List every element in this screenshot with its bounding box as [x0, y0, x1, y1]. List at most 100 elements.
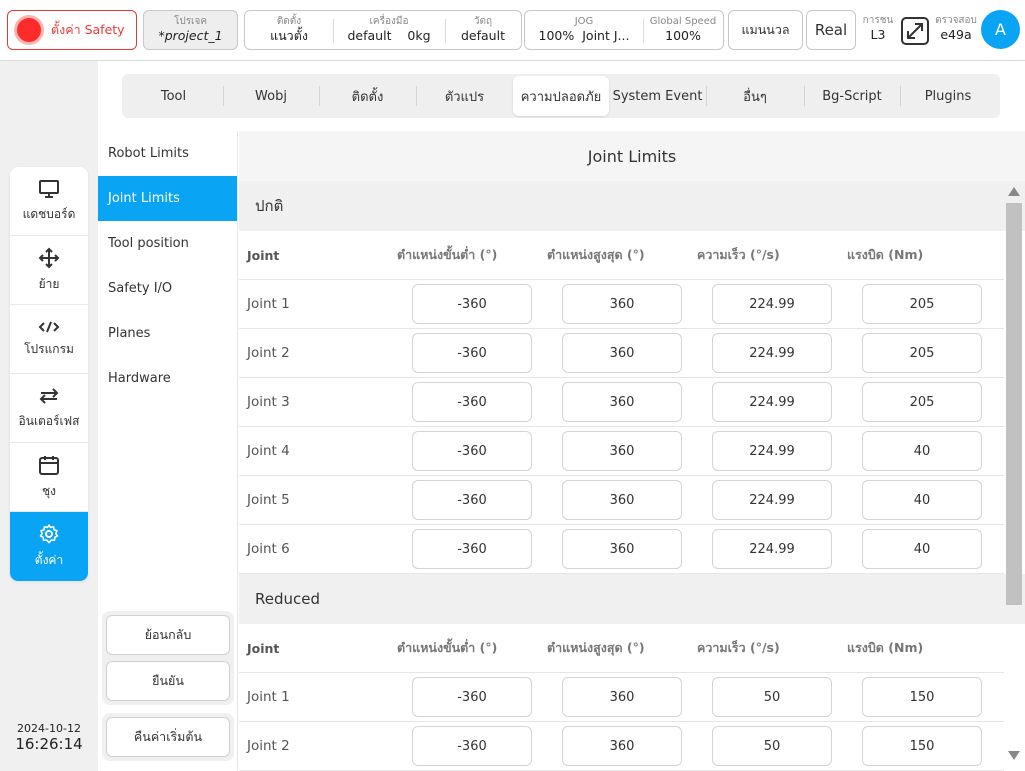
global-speed-cell[interactable]: Global Speed 100% — [643, 11, 723, 49]
tool-cell[interactable]: เครื่องมือ default 0kg — [333, 11, 445, 49]
normal-rows: Joint 1 -360 360 224.99 205 Joint 2 -360 360 224… — [239, 280, 1025, 574]
mode-button[interactable]: แมนนวล — [728, 10, 803, 50]
jog-speed-group[interactable]: JOG 100% Joint J... Global Speed 100% — [524, 10, 724, 50]
project-name: *project_1 — [158, 28, 223, 43]
max-position-input[interactable]: 360 — [562, 333, 682, 373]
vertical-scrollbar[interactable] — [1005, 181, 1023, 771]
speed-input[interactable]: 224.99 — [712, 480, 832, 520]
nav-program[interactable]: โปรแกรม — [10, 305, 88, 374]
tab-wobj[interactable]: Wobj — [223, 76, 319, 116]
speed-input[interactable]: 224.99 — [712, 333, 832, 373]
joint-name: Joint 2 — [247, 345, 290, 361]
top-bar: ตั้งค่า Safety โปรเจค *project_1 ติดตั้ง… — [0, 0, 1025, 61]
torque-input[interactable]: 150 — [862, 726, 982, 766]
scroll-up-arrow-icon[interactable] — [1008, 187, 1020, 196]
torque-input[interactable]: 150 — [862, 677, 982, 717]
torque-input[interactable]: 40 — [862, 529, 982, 569]
safety-settings-button[interactable]: ตั้งค่า Safety — [7, 10, 137, 50]
min-position-input[interactable]: -360 — [412, 431, 532, 471]
max-position-input[interactable]: 360 — [562, 677, 682, 717]
back-button[interactable]: ย้อนกลับ — [106, 615, 230, 655]
speed-input[interactable]: 50 — [712, 677, 832, 717]
speed-input[interactable]: 224.99 — [712, 284, 832, 324]
jog-cell[interactable]: JOG 100% Joint J... — [525, 11, 643, 49]
torque-input-cell: 205 — [847, 284, 997, 324]
min-position-input[interactable]: -360 — [412, 480, 532, 520]
subnav-planes[interactable]: Planes — [98, 311, 237, 356]
speed-input[interactable]: 224.99 — [712, 529, 832, 569]
wobj-cell[interactable]: วัตถุ default — [445, 11, 521, 49]
nav-settings[interactable]: ตั้งค่า — [10, 512, 88, 581]
tab-safety[interactable]: ความปลอดภัย — [513, 76, 609, 116]
reduced-section: Reduced Joint ตำแหน่งขั้นต่ำ (°) ตำแหน่ง… — [239, 574, 1025, 771]
reset-defaults-button[interactable]: คืนค่าเริ่มต้น — [106, 717, 230, 757]
header-torque-text: แรงบิด (Nm) — [847, 247, 924, 262]
min-position-input-cell: -360 — [397, 431, 547, 471]
header-min: ตำแหน่งขั้นต่ำ (°) — [397, 638, 547, 658]
tab-other[interactable]: อื่นๆ — [706, 76, 804, 116]
tab-install[interactable]: ติดตั้ง — [319, 76, 416, 116]
avatar[interactable]: A — [981, 10, 1020, 49]
main-panel: Tool Wobj ติดตั้ง ตัวแปร ความปลอดภัย Sys… — [98, 61, 1025, 771]
min-position-input[interactable]: -360 — [412, 726, 532, 766]
tool-load: 0kg — [407, 28, 431, 43]
tab-variables[interactable]: ตัวแปร — [416, 76, 513, 116]
expand-icon[interactable] — [900, 16, 930, 46]
header-min-text: ตำแหน่งขั้นต่ำ (°) — [397, 247, 498, 262]
datetime: 2024-10-12 16:26:14 — [10, 722, 88, 753]
nav-interface[interactable]: อินเตอร์เฟส — [10, 374, 88, 443]
install-tool-wobj-group[interactable]: ติดตั้ง แนวตั้ง เครื่องมือ default 0kg ว… — [244, 10, 522, 50]
torque-input[interactable]: 205 — [862, 382, 982, 422]
max-position-input[interactable]: 360 — [562, 726, 682, 766]
table-row: Joint 1 -360 360 50 150 — [239, 673, 1004, 722]
subnav-joint-limits[interactable]: Joint Limits — [98, 176, 237, 221]
speed-input[interactable]: 224.99 — [712, 382, 832, 422]
nav-dashboard[interactable]: แดชบอร์ด — [10, 167, 88, 236]
normal-section: ปกติ Joint ตำแหน่งขั้นต่ำ (°) ตำแหน่งสูง… — [239, 181, 1025, 574]
jog-joint: Joint J... — [582, 28, 630, 43]
header-speed: ความเร็ว (°/s) — [697, 638, 847, 658]
confirm-button[interactable]: ยืนยัน — [106, 661, 230, 701]
speed-input-cell: 50 — [697, 726, 847, 766]
min-position-input[interactable]: -360 — [412, 333, 532, 373]
subnav-hardware[interactable]: Hardware — [98, 356, 237, 401]
min-position-input[interactable]: -360 — [412, 529, 532, 569]
speed-input[interactable]: 50 — [712, 726, 832, 766]
min-position-input[interactable]: -360 — [412, 382, 532, 422]
subnav-safety-io[interactable]: Safety I/O — [98, 266, 237, 311]
jog-value: 100% Joint J... — [525, 28, 643, 44]
tool-name: default — [347, 28, 392, 43]
torque-input-cell: 40 — [847, 480, 997, 520]
speed-input[interactable]: 224.99 — [712, 431, 832, 471]
tab-system-event[interactable]: System Event — [609, 76, 706, 116]
max-position-input[interactable]: 360 — [562, 382, 682, 422]
collision-level[interactable]: การชน L3 — [860, 14, 896, 43]
speed-input-cell: 224.99 — [697, 431, 847, 471]
min-position-input-cell: -360 — [397, 284, 547, 324]
torque-input-cell: 150 — [847, 677, 997, 717]
real-toggle-button[interactable]: Real — [806, 10, 856, 50]
torque-input-cell: 205 — [847, 382, 997, 422]
nav-schedule[interactable]: ชุง — [10, 443, 88, 512]
tab-tool[interactable]: Tool — [124, 76, 223, 116]
torque-input[interactable]: 205 — [862, 284, 982, 324]
max-position-input[interactable]: 360 — [562, 480, 682, 520]
tab-plugins[interactable]: Plugins — [900, 76, 996, 116]
min-position-input[interactable]: -360 — [412, 677, 532, 717]
torque-input[interactable]: 40 — [862, 431, 982, 471]
max-position-input[interactable]: 360 — [562, 284, 682, 324]
max-position-input[interactable]: 360 — [562, 431, 682, 471]
project-selector[interactable]: โปรเจค *project_1 — [143, 10, 238, 50]
torque-input[interactable]: 40 — [862, 480, 982, 520]
max-position-input[interactable]: 360 — [562, 529, 682, 569]
scroll-down-arrow-icon[interactable] — [1008, 751, 1020, 760]
torque-input[interactable]: 205 — [862, 333, 982, 373]
tab-bg-script[interactable]: Bg-Script — [804, 76, 900, 116]
scroll-thumb[interactable] — [1006, 203, 1022, 605]
min-position-input-cell: -360 — [397, 529, 547, 569]
subnav-tool-position[interactable]: Tool position — [98, 221, 237, 266]
subnav-robot-limits[interactable]: Robot Limits — [98, 131, 237, 176]
nav-move[interactable]: ย้าย — [10, 236, 88, 305]
install-cell[interactable]: ติดตั้ง แนวตั้ง — [245, 11, 333, 49]
min-position-input[interactable]: -360 — [412, 284, 532, 324]
